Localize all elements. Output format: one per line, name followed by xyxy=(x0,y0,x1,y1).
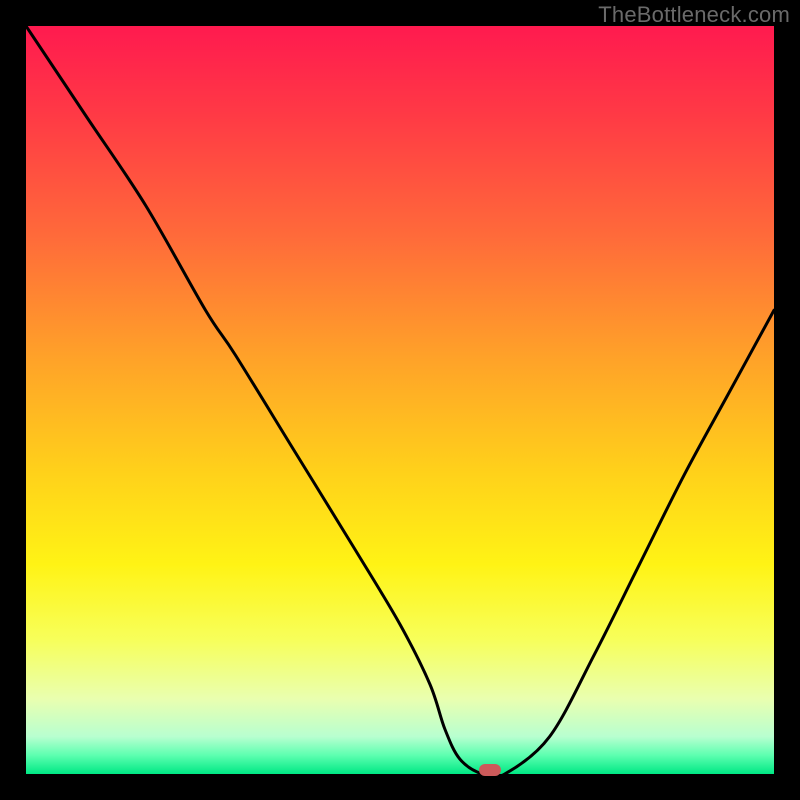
chart-svg xyxy=(26,26,774,774)
watermark-text: TheBottleneck.com xyxy=(598,2,790,28)
plot-area xyxy=(26,26,774,774)
optimal-marker xyxy=(479,764,501,776)
gradient-rect xyxy=(26,26,774,774)
chart-frame: TheBottleneck.com xyxy=(0,0,800,800)
